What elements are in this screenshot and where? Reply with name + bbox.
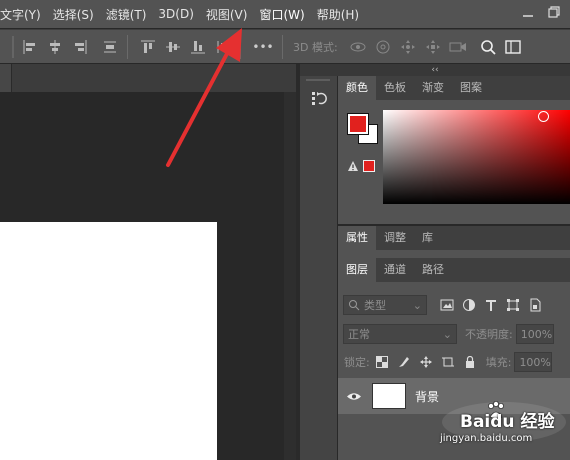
layer-filter-label: 类型 [364,299,386,312]
chevron-down-icon: ⌄ [412,298,422,312]
gamut-color-swatch[interactable] [363,160,375,172]
watermark-brand: Baidu 经验 [460,412,555,432]
blend-opacity-row: 正常 ⌄ 不透明度: 100% [338,324,570,344]
visibility-eye-icon[interactable] [347,392,361,401]
fill-label: 填充: [485,356,512,369]
3d-pan-icon[interactable] [397,36,419,58]
menu-window[interactable]: 窗口(W) [253,6,310,23]
3d-mode-label: 3D 模式: [293,40,338,54]
filter-pixel-icon[interactable] [439,297,455,313]
document-canvas[interactable] [0,222,217,460]
align-right-icon[interactable] [69,36,91,58]
history-icon[interactable] [307,86,331,110]
watermark-url: jingyan.baidu.com [440,433,533,444]
tab-swatches[interactable]: 色板 [376,76,414,100]
tab-channels[interactable]: 通道 [376,258,414,282]
align-left-icon[interactable] [19,36,41,58]
options-toolbar: ••• 3D 模式: [0,29,570,63]
layer-filter-select[interactable]: 类型 ⌄ [343,295,427,315]
3d-camera-icon[interactable] [447,36,469,58]
tab-paths[interactable]: 路径 [414,258,452,282]
document-tab[interactable] [0,64,12,92]
lock-transparent-pixels-icon[interactable] [374,354,390,370]
toolbar-divider [127,34,128,59]
minimize-icon[interactable] [522,6,534,18]
workspace-icon[interactable] [502,36,524,58]
properties-panel [338,250,570,258]
menu-select[interactable]: 选择(S) [47,6,100,23]
opacity-label: 不透明度: [465,328,513,341]
3d-slide-icon[interactable] [422,36,444,58]
fill-input[interactable]: 100% [514,352,553,372]
out-of-gamut-warning-icon[interactable] [347,160,359,172]
menu-3d[interactable]: 3D(D) [152,7,199,21]
color-spectrum[interactable] [383,110,570,204]
filter-smart-object-icon[interactable] [527,297,543,313]
layer-filter-row: 类型 ⌄ [338,295,570,315]
color-panel-tabs: 颜色 色板 渐变 图案 [338,76,570,100]
canvas-scrollbar[interactable] [284,92,296,460]
distribute-vertical-icon[interactable] [99,36,121,58]
lock-fill-row: 锁定: 填充: 100% [338,352,570,372]
lock-image-pixels-icon[interactable] [396,354,412,370]
restore-icon[interactable] [548,6,560,18]
opacity-input[interactable]: 100% [515,324,554,344]
foreground-color-swatch[interactable] [348,114,368,134]
dock-grip [306,79,330,81]
layers-panel-tabs: 图层 通道 路径 [338,258,570,282]
tab-properties[interactable]: 属性 [338,226,376,250]
3d-roll-icon[interactable] [372,36,394,58]
3d-orbit-icon[interactable] [347,36,369,58]
blend-mode-select[interactable]: 正常 ⌄ [343,324,457,344]
filter-type-icon[interactable] [483,297,499,313]
blend-mode-value: 正常 [348,328,370,341]
filter-adjustment-icon[interactable] [461,297,477,313]
menu-bar: 文字(Y) 选择(S) 滤镜(T) 3D(D) 视图(V) 窗口(W) 帮助(H… [0,0,570,28]
lock-position-icon[interactable] [418,354,434,370]
menu-filter[interactable]: 滤镜(T) [100,6,153,23]
tab-layers[interactable]: 图层 [338,258,376,282]
menu-type[interactable]: 文字(Y) [0,6,47,23]
menu-help[interactable]: 帮助(H) [311,6,365,23]
search-icon [349,300,360,311]
align-top-icon[interactable] [137,36,159,58]
tab-gradients[interactable]: 渐变 [414,76,452,100]
lock-artboard-icon[interactable] [440,354,456,370]
search-icon[interactable] [477,36,499,58]
tab-color[interactable]: 颜色 [338,76,376,100]
color-picker-handle[interactable] [538,111,549,122]
toolbar-grip [10,35,16,58]
tab-patterns[interactable]: 图案 [452,76,490,100]
tab-adjustments[interactable]: 调整 [376,226,414,250]
layer-name: 背景 [415,389,440,404]
lock-all-icon[interactable] [462,354,478,370]
collapse-panels-icon[interactable]: ‹‹ [300,64,570,76]
align-hcenter-icon[interactable] [44,36,66,58]
tab-libraries[interactable]: 库 [414,226,441,250]
filter-shape-icon[interactable] [505,297,521,313]
panel-dock [300,64,337,460]
layer-thumbnail [372,383,406,409]
lock-label: 锁定: [344,356,370,369]
properties-panel-tabs: 属性 调整 库 [338,226,570,250]
annotation-arrow [166,28,242,167]
chevron-down-icon: ⌄ [442,327,452,341]
toolbar-divider [282,34,283,59]
